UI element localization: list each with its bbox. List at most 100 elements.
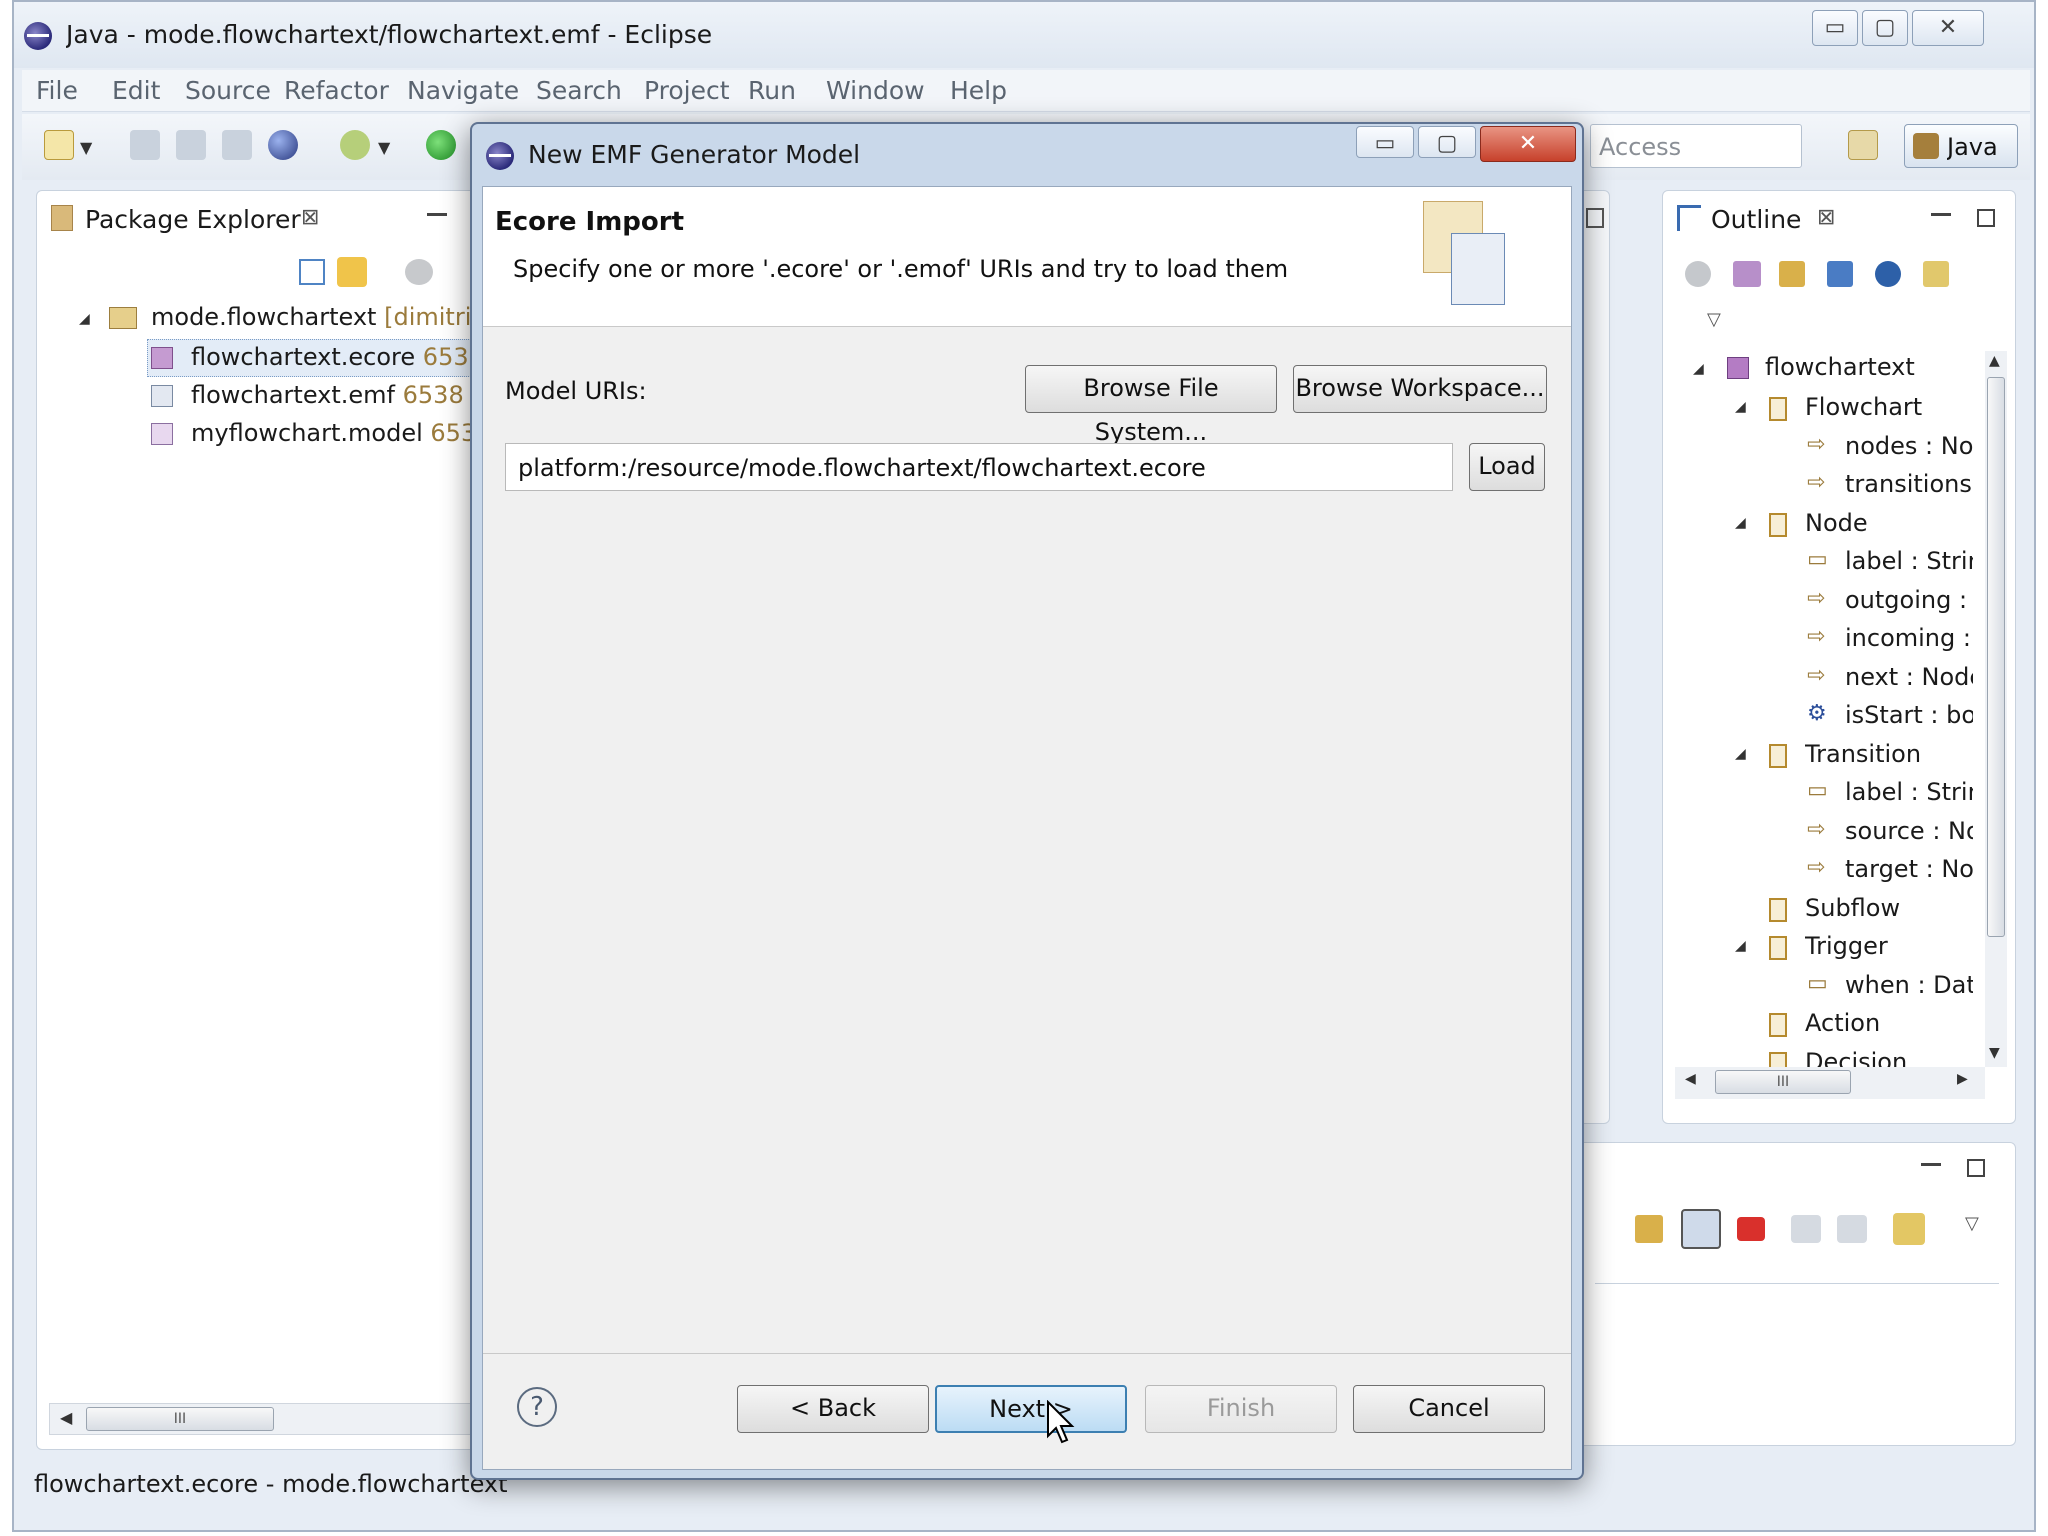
outline-item-attribute[interactable]: ▭ label : Strir [1663, 545, 1973, 581]
scrollbar-thumb[interactable]: III [86, 1407, 274, 1431]
collapse-all-icon[interactable] [299, 259, 325, 285]
hide-local-types-icon[interactable] [1923, 261, 1949, 287]
lower-panel-minimize-icon[interactable] [1921, 1163, 1941, 1166]
java-perspective-button[interactable]: Java [1904, 124, 2018, 168]
save-icon[interactable] [130, 130, 160, 160]
window-close-button[interactable]: ✕ [1912, 10, 1984, 46]
window-maximize-button[interactable]: ▢ [1862, 10, 1908, 46]
outline-item-reference[interactable]: ⇨ source : No [1663, 815, 1973, 851]
outline-vscroll-thumb[interactable] [1987, 377, 2005, 937]
toggle-view-icon[interactable] [1681, 1209, 1721, 1249]
lower-panel-maximize-icon[interactable] [1967, 1159, 1985, 1177]
model-uri-input[interactable]: platform:/resource/mode.flowchartext/flo… [505, 443, 1453, 491]
menu-project[interactable]: Project [644, 76, 730, 105]
outline-item-class[interactable]: ◢ Transition [1663, 738, 1973, 774]
save-all-icon[interactable] [176, 130, 206, 160]
outline-item-operation[interactable]: ⚙ isStart : bo [1663, 699, 1973, 735]
sort-icon[interactable] [1733, 261, 1761, 287]
hide-nonpublic-icon[interactable] [1875, 261, 1901, 287]
scroll-down-arrow-icon[interactable]: ▼ [1989, 1045, 2000, 1061]
expand-icon[interactable]: ◢ [1735, 399, 1746, 415]
debug-icon[interactable] [340, 130, 370, 160]
outline-item-reference[interactable]: ⇨ outgoing : [1663, 584, 1973, 620]
menu-run[interactable]: Run [748, 76, 796, 105]
menu-window[interactable]: Window [826, 76, 925, 105]
outline-item-class[interactable]: Decision [1663, 1046, 1973, 1067]
load-button[interactable]: Load [1469, 443, 1545, 491]
outline-item-class[interactable]: Action [1663, 1007, 1973, 1043]
outline-item-class[interactable]: ◢ Trigger [1663, 930, 1973, 966]
expand-icon[interactable]: ◢ [1735, 938, 1746, 954]
help-icon[interactable]: ? [517, 1387, 557, 1427]
new-dropdown-icon[interactable]: ▼ [80, 138, 92, 157]
package-explorer-minimize-icon[interactable] [427, 213, 447, 216]
outline-item-attribute[interactable]: ▭ when : Dat [1663, 969, 1973, 1005]
outline-root[interactable]: flowchartext [1765, 353, 1915, 381]
expand-icon[interactable]: ◢ [1735, 746, 1746, 762]
outline-maximize-icon[interactable] [1977, 209, 1995, 227]
dialog-maximize-button[interactable]: ▢ [1418, 126, 1476, 158]
dialog-minimize-button[interactable]: ▭ [1356, 126, 1414, 158]
globe-icon[interactable] [268, 130, 298, 160]
menu-search[interactable]: Search [536, 76, 622, 105]
back-button[interactable]: < Back [737, 1385, 929, 1433]
menu-edit[interactable]: Edit [112, 76, 160, 105]
menu-refactor[interactable]: Refactor [284, 76, 389, 105]
outline-view-menu-icon[interactable]: ▽ [1707, 309, 1721, 330]
next-button[interactable]: Next > [935, 1385, 1127, 1433]
model-uri-value: platform:/resource/mode.flowchartext/flo… [518, 454, 1206, 482]
mouse-cursor-icon [1047, 1400, 1075, 1444]
scroll-left-arrow-icon[interactable]: ◀ [60, 1408, 72, 1427]
outline-hscrollbar[interactable]: ◀ III ▶ [1675, 1067, 1985, 1099]
remove-icon[interactable] [1737, 1217, 1765, 1241]
forward-icon[interactable] [1837, 1215, 1867, 1243]
debug-dropdown-icon[interactable]: ▼ [378, 138, 390, 157]
back-icon[interactable] [1791, 1215, 1821, 1243]
outline-item-class[interactable]: ◢ Node [1663, 507, 1973, 543]
scroll-left-arrow-icon[interactable]: ◀ [1685, 1071, 1696, 1087]
scroll-right-arrow-icon[interactable]: ▶ [1957, 1071, 1968, 1087]
sync-icon[interactable] [1685, 261, 1711, 287]
browse-file-system-button[interactable]: Browse File System... [1025, 365, 1277, 446]
scrollbar-thumb[interactable]: III [1715, 1070, 1851, 1094]
outline-vscrollbar[interactable]: ▲ ▼ [1985, 351, 2007, 1067]
outline-tab-label[interactable]: Outline [1711, 205, 1801, 234]
package-explorer-close-icon[interactable]: ⊠ [301, 205, 319, 230]
outline-item-reference[interactable]: ⇨ next : Node [1663, 661, 1973, 697]
lower-panel-menu-icon[interactable]: ▽ [1965, 1213, 1979, 1234]
outline-item-reference[interactable]: ⇨ incoming : [1663, 622, 1973, 658]
outline-item-reference[interactable]: ⇨ target : No [1663, 853, 1973, 889]
hide-fields-icon[interactable] [1779, 261, 1805, 287]
outline-item-reference[interactable]: ⇨ transitions [1663, 468, 1973, 504]
menu-file[interactable]: File [36, 76, 78, 105]
package-explorer-tab-label[interactable]: Package Explorer [85, 205, 301, 234]
menu-navigate[interactable]: Navigate [407, 76, 519, 105]
outline-item-reference[interactable]: ⇨ nodes : No [1663, 430, 1973, 466]
scroll-up-arrow-icon[interactable]: ▲ [1989, 353, 2000, 369]
print-icon[interactable] [222, 130, 252, 160]
outline-minimize-icon[interactable] [1931, 213, 1951, 216]
menu-help[interactable]: Help [950, 76, 1007, 105]
pin-icon[interactable] [1635, 1215, 1663, 1243]
dialog-close-button[interactable]: ✕ [1480, 126, 1576, 162]
open-perspective-icon[interactable] [1848, 130, 1878, 160]
outline-item-attribute[interactable]: ▭ label : Strir [1663, 776, 1973, 812]
run-icon[interactable] [426, 130, 456, 160]
editor-maximize-icon[interactable] [1586, 208, 1604, 228]
quick-access-input[interactable]: Access [1590, 124, 1802, 168]
properties-icon[interactable] [1893, 1213, 1925, 1245]
expand-icon[interactable]: ◢ [1693, 361, 1704, 377]
cancel-button[interactable]: Cancel [1353, 1385, 1545, 1433]
outline-close-icon[interactable]: ⊠ [1817, 205, 1835, 230]
menu-source[interactable]: Source [185, 76, 271, 105]
hide-static-icon[interactable] [1827, 261, 1853, 287]
link-with-editor-icon[interactable] [337, 257, 367, 287]
outline-item-class[interactable]: ◢ Flowchart [1663, 391, 1973, 427]
new-wizard-icon[interactable] [44, 130, 74, 160]
expand-project-icon[interactable]: ◢ [79, 311, 90, 327]
view-menu-icon[interactable] [405, 259, 433, 285]
browse-workspace-button[interactable]: Browse Workspace... [1293, 365, 1547, 413]
expand-icon[interactable]: ◢ [1735, 515, 1746, 531]
window-minimize-button[interactable]: ▭ [1812, 10, 1858, 46]
outline-item-class[interactable]: Subflow [1663, 892, 1973, 928]
